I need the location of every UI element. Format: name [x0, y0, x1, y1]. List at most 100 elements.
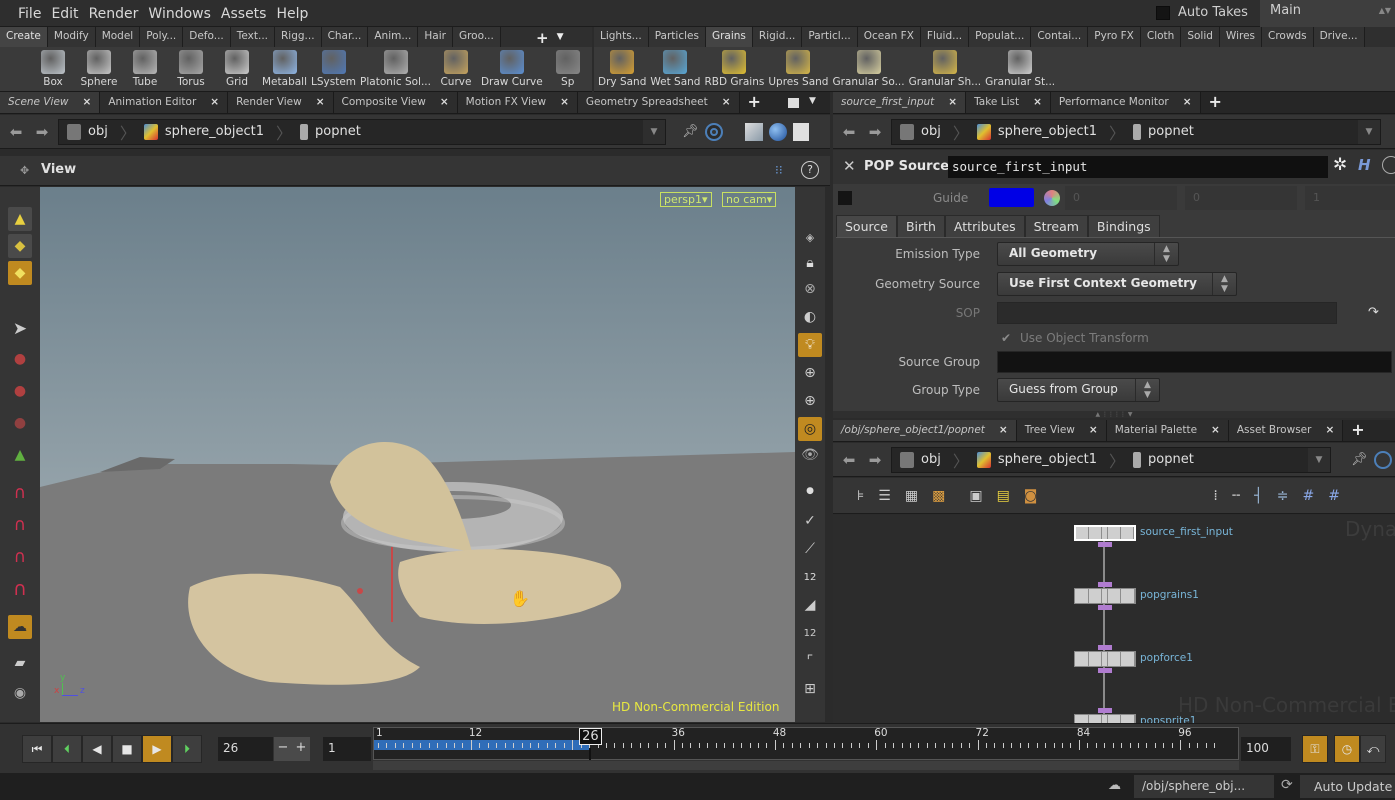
close-tab-icon[interactable]: ×	[440, 96, 449, 113]
shelf-tab-modify[interactable]: Modify	[47, 27, 96, 47]
point-number-icon[interactable]: 12	[798, 565, 822, 589]
close-tab-icon[interactable]: ×	[1211, 424, 1220, 441]
render-icon[interactable]: ◉	[8, 681, 32, 705]
network-node[interactable]	[1074, 714, 1136, 723]
shelf-tab-hair[interactable]: Hair	[418, 27, 453, 47]
snap-multi-icon[interactable]: ∩	[8, 577, 32, 601]
bbox-icon[interactable]: ⊞	[798, 677, 822, 701]
status-path-menu[interactable]: /obj/sphere_obj...	[1134, 775, 1274, 798]
geometry-source-menu[interactable]: Use First Context Geometry ▲ ▼	[997, 272, 1237, 296]
display-options-icon[interactable]: ⁝⁝	[775, 163, 783, 177]
visualize-icon[interactable]: 👁︎	[798, 443, 822, 467]
close-tab-icon[interactable]: ×	[722, 96, 731, 113]
layout-icon[interactable]: ┤	[1254, 488, 1262, 504]
back-arrow-icon[interactable]: ⬅	[6, 123, 26, 141]
crumb-popnet[interactable]: popnet	[1125, 451, 1206, 468]
close-tab-icon[interactable]: ×	[1183, 96, 1192, 113]
shelf-tab-populat[interactable]: Populat...	[969, 27, 1032, 47]
close-tab-icon[interactable]: ×	[1089, 424, 1098, 441]
forward-arrow-icon[interactable]: ➡	[865, 451, 885, 469]
shelf-tab-poly[interactable]: Poly...	[140, 27, 184, 47]
shelf-tab-fluid[interactable]: Fluid...	[920, 27, 970, 47]
pane-tab-performance-monitor[interactable]: Performance Monitor ×	[1050, 92, 1201, 113]
play-reverse-icon[interactable]: ◀	[82, 735, 112, 763]
menu-assets[interactable]: Assets	[217, 0, 273, 24]
timeline-scrollbar[interactable]	[373, 761, 1239, 770]
node-label[interactable]: popsprite1	[1140, 715, 1196, 723]
shelf-tab-pyrofx[interactable]: Pyro FX	[1088, 27, 1141, 47]
pin-icon[interactable]: 📌︎	[682, 124, 699, 139]
shelf-tool-metaball[interactable]: Metaball	[260, 49, 309, 92]
menu-render[interactable]: Render	[85, 0, 145, 24]
pane-tab-composite-view[interactable]: Composite View ×	[333, 92, 458, 113]
jump-start-icon[interactable]: ⏮	[22, 735, 52, 763]
shelf-tab-drive[interactable]: Drive...	[1313, 27, 1365, 47]
snap-grid-icon[interactable]: ∩	[8, 481, 32, 505]
forward-arrow-icon[interactable]: ➡	[32, 123, 52, 141]
param-tab-bindings[interactable]: Bindings	[1087, 215, 1160, 238]
pane-menu-icon[interactable]: ▼	[809, 96, 816, 108]
guide-g-field[interactable]: 0	[1185, 186, 1297, 210]
path-dropdown-icon[interactable]: ▼	[1308, 447, 1330, 472]
guide-r-field[interactable]: 0	[1065, 186, 1177, 210]
light-link-icon[interactable]: ⊕	[798, 389, 822, 413]
rotate-icon[interactable]: ●	[8, 379, 32, 403]
shelf-tool-curve[interactable]: Curve	[433, 49, 479, 92]
param-tab-stream[interactable]: Stream	[1024, 215, 1088, 238]
crumb-sphere-object[interactable]: sphere_object1	[969, 123, 1109, 140]
ghost-icon[interactable]: ⊗	[798, 277, 822, 301]
shelf-tab-text[interactable]: Text...	[230, 27, 275, 47]
view-layout-icon[interactable]: ◈	[798, 225, 822, 249]
shelf-tab-anim[interactable]: Anim...	[368, 27, 419, 47]
select-dynamics-icon[interactable]: ◆	[8, 261, 32, 285]
close-tab-icon[interactable]: ×	[560, 96, 569, 113]
crumb-obj[interactable]: obj	[892, 123, 953, 140]
shelf-tool-box[interactable]: Box	[30, 49, 76, 92]
network-node[interactable]	[1074, 651, 1136, 667]
shelf-tab-grains[interactable]: Grains	[705, 27, 753, 47]
distribute-icon[interactable]: ≑	[1277, 488, 1289, 504]
sop-field[interactable]	[997, 302, 1337, 324]
close-tab-icon[interactable]: ×	[83, 96, 92, 113]
menu-help[interactable]: Help	[272, 0, 314, 24]
realtime-icon[interactable]: ◷	[1334, 735, 1360, 763]
point-normal-icon[interactable]: ✓	[798, 509, 822, 533]
color-palette-icon[interactable]: ▩	[932, 488, 945, 504]
cook-icon[interactable]: ☁	[1108, 778, 1121, 793]
pane-tab-motion-fx-view[interactable]: Motion FX View ×	[457, 92, 578, 113]
add-tab-icon[interactable]: +	[1343, 420, 1372, 441]
shelf-tool-lsystem[interactable]: LSystem	[309, 49, 358, 92]
thumbnail-icon[interactable]: ▦	[905, 488, 918, 504]
shelf-tab-char[interactable]: Char...	[321, 27, 369, 47]
shelf-tab-particl[interactable]: Particl...	[802, 27, 858, 47]
end-frame-field[interactable]: 100	[1241, 737, 1291, 761]
auto-takes-toggle[interactable]: Auto Takes	[1156, 5, 1248, 20]
loop-icon[interactable]: ⤺	[1360, 735, 1386, 763]
lock-camera-icon[interactable]: 🔒︎	[798, 251, 822, 275]
scene-viewport[interactable]: persp1▾ no cam▾ HD Non-Commercial Editio…	[40, 187, 795, 722]
output-connector[interactable]	[1098, 668, 1112, 673]
shelf-tool-rbdgrains[interactable]: RBD Grains	[702, 49, 766, 92]
shelf-tab-wires[interactable]: Wires	[1219, 27, 1263, 47]
flipbook-icon[interactable]: ▰	[8, 651, 32, 675]
render-region-icon[interactable]: ☁	[8, 615, 32, 639]
shelf-tool-torus[interactable]: Torus	[168, 49, 214, 92]
network-box-icon[interactable]: ▣	[969, 488, 982, 504]
no-cam-menu[interactable]: no cam▾	[722, 192, 777, 207]
play-icon[interactable]: ▶	[142, 735, 172, 763]
prim-normal-icon[interactable]: ◢	[798, 593, 822, 617]
prim-number-icon[interactable]: 12	[798, 621, 822, 645]
shelf-tool-sphere[interactable]: Sphere	[76, 49, 122, 92]
network-node[interactable]	[1074, 525, 1136, 541]
network-node[interactable]	[1074, 588, 1136, 604]
pane-tab-scene-view[interactable]: Scene View ×	[0, 92, 101, 113]
gear-icon[interactable]: ✲	[1333, 155, 1347, 175]
pane-tab--obj-sphere-object1-popnet[interactable]: /obj/sphere_object1/popnet ×	[833, 420, 1017, 441]
crumb-popnet[interactable]: popnet	[1125, 123, 1206, 140]
geometry-display-icon[interactable]	[744, 122, 763, 141]
point-display-icon[interactable]: ●	[798, 479, 822, 503]
pane-tab-material-palette[interactable]: Material Palette ×	[1106, 420, 1229, 441]
menu-file[interactable]: File	[14, 0, 47, 24]
param-tab-attributes[interactable]: Attributes	[944, 215, 1025, 238]
close-tab-icon[interactable]: ×	[1033, 96, 1042, 113]
